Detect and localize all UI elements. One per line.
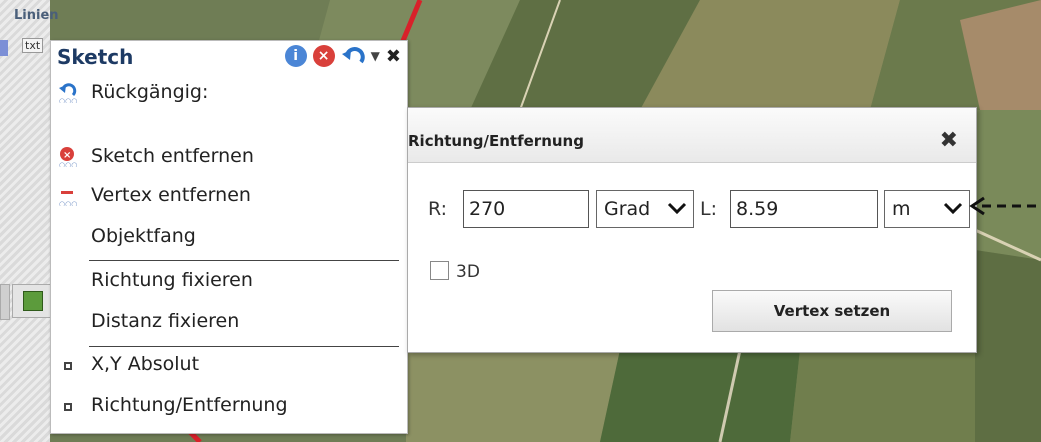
undo-icon: ○○○ <box>59 83 77 103</box>
svg-text:×: × <box>63 150 71 161</box>
length-unit-select[interactable]: m <box>884 190 970 228</box>
chevron-down-icon <box>943 202 963 215</box>
set-vertex-button[interactable]: Vertex setzen <box>712 290 952 332</box>
direction-distance-dialog: Richtung/Entfernung ✖ R: Grad L: m 3D Ve… <box>407 107 977 353</box>
layer-title: Linien <box>14 8 59 23</box>
delete-icon: × ○○○ <box>59 147 77 167</box>
length-label: L: <box>700 198 717 220</box>
angle-unit-select[interactable]: Grad <box>596 190 694 228</box>
3d-checkbox-label: 3D <box>456 262 480 282</box>
minus-icon: ○○○ <box>59 191 77 206</box>
layer-color-swatch <box>0 40 8 56</box>
menu-separator <box>89 346 399 347</box>
layers-panel <box>0 0 50 442</box>
menu-item-snapping[interactable]: Objektfang <box>91 225 196 247</box>
dialog-header[interactable]: Richtung/Entfernung ✖ <box>408 108 976 163</box>
menu-separator <box>89 260 399 261</box>
angle-unit-value: Grad <box>604 198 651 220</box>
undo-icon[interactable] <box>341 45 365 67</box>
sketch-menu: Sketch i × ▼ ✖ ○○○ Rückgängig: × ○○○ Ske… <box>50 40 408 434</box>
menu-item-fix-direction[interactable]: Richtung fixieren <box>91 269 253 291</box>
save-icon <box>23 291 43 311</box>
direction-input[interactable] <box>463 190 589 228</box>
delete-icon[interactable]: × <box>312 45 335 67</box>
sketch-menu-title: Sketch <box>57 45 134 69</box>
close-icon[interactable]: ✖ <box>386 46 401 67</box>
dropdown-icon[interactable]: ▼ <box>371 49 380 63</box>
menu-item-xy-absolute[interactable]: X,Y Absolut <box>91 353 199 375</box>
svg-text:○○○: ○○○ <box>59 200 77 206</box>
text-layer-badge[interactable]: txt <box>22 38 44 53</box>
callout-arrow-icon <box>969 196 1041 216</box>
bullet-icon <box>64 403 72 411</box>
sketch-header-icons: i × ▼ ✖ <box>284 45 401 67</box>
save-tool-button[interactable] <box>12 284 54 318</box>
tool-button-edge[interactable] <box>0 284 10 320</box>
svg-text:○○○: ○○○ <box>59 161 77 167</box>
close-icon[interactable]: ✖ <box>940 128 958 153</box>
info-icon[interactable]: i <box>284 45 307 67</box>
menu-item-undo[interactable]: Rückgängig: <box>91 81 208 103</box>
menu-item-fix-distance[interactable]: Distanz fixieren <box>91 310 239 332</box>
dialog-title: Richtung/Entfernung <box>408 132 584 150</box>
length-unit-value: m <box>892 198 911 220</box>
3d-checkbox[interactable] <box>430 261 449 280</box>
svg-text:○○○: ○○○ <box>59 97 77 103</box>
bullet-icon <box>64 362 72 370</box>
chevron-down-icon <box>667 202 687 215</box>
direction-label: R: <box>428 198 448 220</box>
menu-item-remove-vertex[interactable]: Vertex entfernen <box>91 184 251 206</box>
length-input[interactable] <box>730 190 878 228</box>
menu-item-remove-sketch[interactable]: Sketch entfernen <box>91 145 254 167</box>
menu-item-direction-distance[interactable]: Richtung/Entfernung <box>91 394 288 416</box>
